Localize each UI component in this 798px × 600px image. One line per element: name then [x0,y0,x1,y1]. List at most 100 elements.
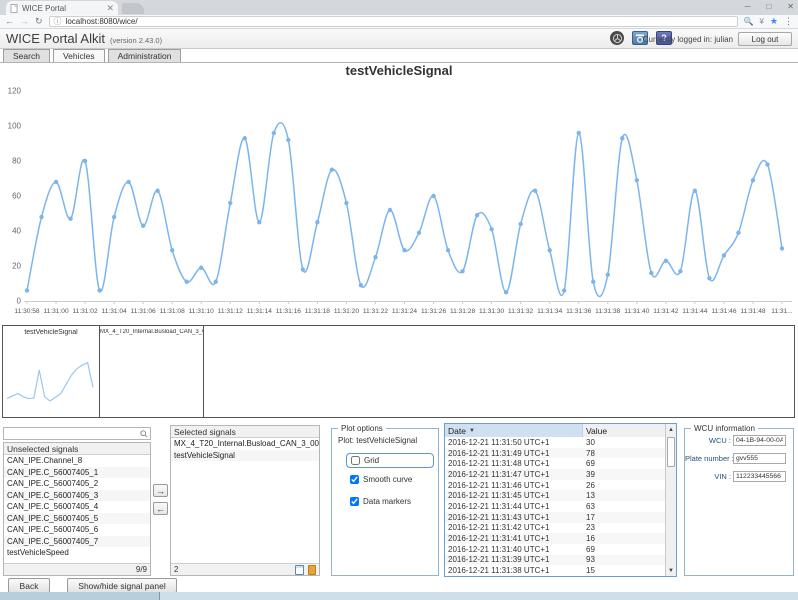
wcu-field-row: Plate number : [685,453,791,464]
table-row[interactable]: 2016-12-21 11:31:49 UTC+178 [445,448,666,459]
wcu-field[interactable] [733,435,786,446]
browser-toolbar: ← → ↻ ⓘ localhost:8080/wice/ 🔍 ¥ ★ ⋮ [0,15,798,29]
copy-icon[interactable] [295,565,304,575]
table-row[interactable]: 2016-12-21 11:31:48 UTC+169 [445,458,666,469]
window-maximize-icon[interactable]: □ [766,2,771,11]
tab-close-icon[interactable]: ✕ [106,4,114,13]
zoom-icon[interactable]: 🔍 [744,18,754,26]
list-item[interactable]: MX_4_T20_Internal.Busload_CAN_3_0001 [171,438,319,450]
plate-number-field[interactable] [733,453,786,464]
cell-value: 13 [583,490,598,501]
signal-search-input[interactable] [3,427,151,440]
list-item[interactable]: CAN_IPE.C_56007405_2 [4,478,150,490]
thumbnail-label: MX_4_T20_Internal.Busload_CAN_3_0001 [100,329,203,335]
table-scrollbar[interactable]: ▲ ▼ [665,424,676,576]
tab-administration[interactable]: Administration [108,49,182,62]
address-bar[interactable]: ⓘ localhost:8080/wice/ [49,16,738,27]
app-version: (version 2.43.0) [110,36,162,45]
cell-value: 78 [583,448,598,459]
unselected-count: 9/9 [136,565,147,574]
thumbnail-busload[interactable]: MX_4_T20_Internal.Busload_CAN_3_0001 [100,326,204,417]
svg-text:40: 40 [12,227,21,236]
tab-vehicles[interactable]: Vehicles [53,49,105,62]
grid-checkbox[interactable] [351,456,360,465]
table-row[interactable]: 2016-12-21 11:31:45 UTC+113 [445,490,666,501]
unselected-signals-footer: 9/9 [4,563,150,575]
browser-tab[interactable]: WICE Portal ✕ [6,1,118,15]
move-left-button[interactable]: ← [153,502,168,515]
back-icon[interactable]: ← [5,17,14,26]
checkbox-label: Smooth curve [363,475,412,484]
cell-value: 26 [583,480,598,491]
checkbox-row-data-markers: Data markers [350,497,411,506]
svg-text:11:31:48: 11:31:48 [740,308,766,315]
move-right-button[interactable]: → [153,484,168,497]
checkbox-label: Grid [364,456,379,465]
table-row[interactable]: 2016-12-21 11:31:46 UTC+126 [445,480,666,491]
browser-tab-title: WICE Portal [22,4,102,13]
cell-value: 30 [583,437,598,448]
column-header-date[interactable]: Date ▼ [445,424,583,437]
window-minimize-icon[interactable]: ─ [745,2,751,11]
scrollbar-thumb[interactable] [667,437,675,467]
tab-search[interactable]: Search [3,49,50,62]
logout-button[interactable]: Log out [738,32,792,46]
list-item[interactable]: CAN_IPE.C_56007405_5 [4,513,150,525]
svg-text:11:31:24: 11:31:24 [392,308,418,315]
chart-canvas[interactable]: 02040608010012011:30:5811:31:0011:31:021… [0,70,798,323]
cell-date: 2016-12-21 11:31:47 UTC+1 [445,469,583,480]
checkbox-label: Data markers [363,497,411,506]
horizontal-scrollbar-thumb[interactable] [0,592,160,600]
svg-text:11:31:28: 11:31:28 [450,308,476,315]
unselected-signals-header: Unselected signals [4,443,150,455]
list-item[interactable]: testVehicleSignal [171,450,319,462]
svg-text:11:31:04: 11:31:04 [102,308,128,315]
table-header-row: Date ▼ Value [445,424,666,437]
list-item[interactable]: testVehicleSpeed [4,547,150,559]
show-hide-signal-panel-button[interactable]: Show/hide signal panel [67,578,177,593]
plot-thumbnail-strip: testVehicleSignal MX_4_T20_Internal.Busl… [2,325,795,418]
table-row[interactable]: 2016-12-21 11:31:44 UTC+163 [445,501,666,512]
status-icon[interactable] [610,31,624,45]
table-row[interactable]: 2016-12-21 11:31:41 UTC+116 [445,533,666,544]
cell-value: 17 [583,512,598,523]
table-row[interactable]: 2016-12-21 11:31:47 UTC+139 [445,469,666,480]
extension-icon[interactable]: ¥ [759,18,763,26]
list-item[interactable]: CAN_IPE.C_56007405_4 [4,501,150,513]
svg-text:11:31:06: 11:31:06 [131,308,157,315]
cell-value: 16 [583,533,598,544]
cell-date: 2016-12-21 11:31:40 UTC+1 [445,544,583,555]
scroll-up-icon[interactable]: ▲ [666,424,676,435]
cell-value: 69 [583,544,598,555]
data-markers-checkbox[interactable] [350,497,359,506]
svg-text:11:31:08: 11:31:08 [160,308,186,315]
column-header-value[interactable]: Value [583,424,666,437]
forward-icon[interactable]: → [20,17,29,26]
thumbnail-testvehiclesignal[interactable]: testVehicleSignal [3,326,100,417]
export-icon[interactable] [308,565,316,575]
table-row[interactable]: 2016-12-21 11:31:39 UTC+193 [445,555,666,566]
list-item[interactable]: CAN_IPE.C_56007405_7 [4,536,150,548]
new-tab-button[interactable] [122,3,144,14]
list-item[interactable]: CAN_IPE.C_56007405_3 [4,490,150,502]
refresh-icon[interactable]: ↻ [35,17,43,26]
svg-text:11:31...: 11:31... [771,308,793,315]
vin-field[interactable] [733,471,786,482]
cell-value: 15 [583,565,598,576]
list-item[interactable]: CAN_IPE.C_56007405_1 [4,467,150,479]
browser-menu-icon[interactable]: ⋮ [784,16,793,27]
table-row[interactable]: 2016-12-21 11:31:50 UTC+130 [445,437,666,448]
table-row[interactable]: 2016-12-21 11:31:42 UTC+123 [445,523,666,534]
smooth-curve-checkbox[interactable] [350,475,359,484]
list-item[interactable]: CAN_IPE.C_56007405_6 [4,524,150,536]
svg-text:11:31:12: 11:31:12 [218,308,244,315]
table-row[interactable]: 2016-12-21 11:31:40 UTC+169 [445,544,666,555]
page-info-icon[interactable]: ⓘ [54,18,62,26]
table-row[interactable]: 2016-12-21 11:31:43 UTC+117 [445,512,666,523]
back-button[interactable]: Back [8,578,50,593]
table-row[interactable]: 2016-12-21 11:31:38 UTC+115 [445,565,666,576]
scroll-down-icon[interactable]: ▼ [666,565,676,576]
bookmark-star-icon[interactable]: ★ [770,17,778,26]
window-close-icon[interactable]: ✕ [787,2,794,11]
list-item[interactable]: CAN_IPE.Channel_8 [4,455,150,467]
